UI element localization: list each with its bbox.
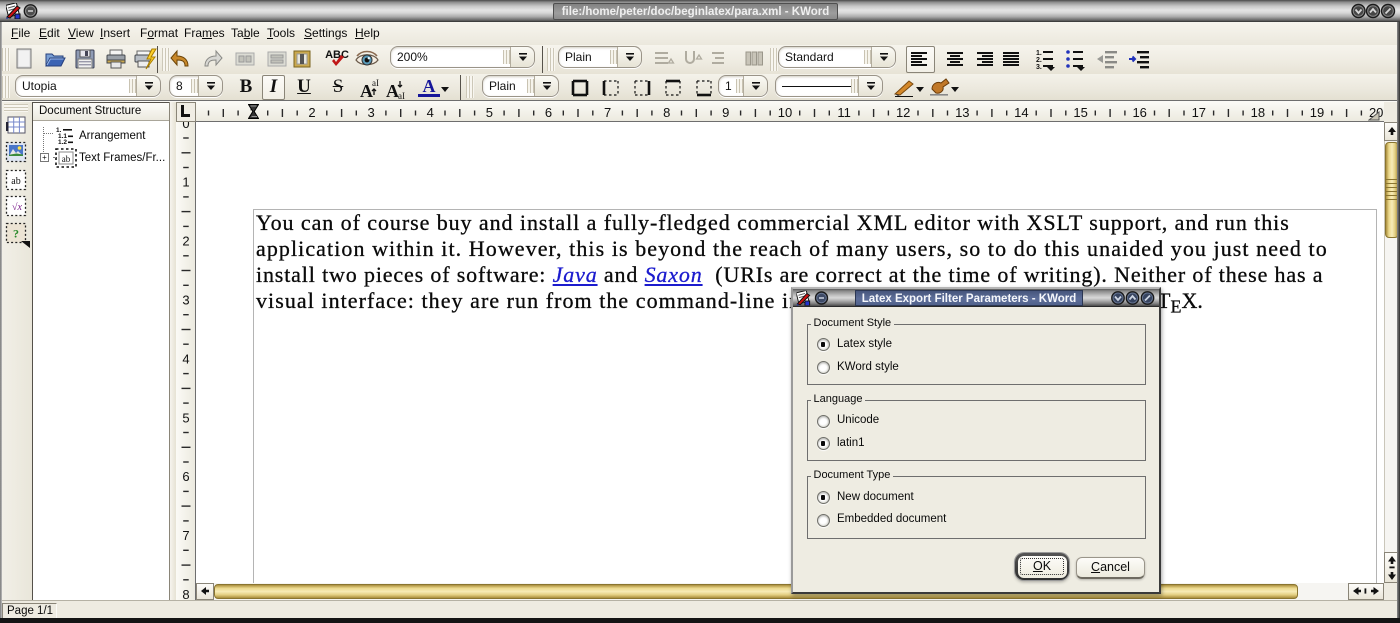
svg-text:3: 3 bbox=[367, 105, 374, 120]
svg-text:√x: √x bbox=[12, 202, 22, 213]
svg-text:7: 7 bbox=[604, 105, 611, 120]
svg-text:5: 5 bbox=[486, 105, 493, 120]
svg-text:12: 12 bbox=[896, 105, 910, 120]
svg-text:aI: aI bbox=[398, 91, 405, 100]
svg-text:19: 19 bbox=[1310, 105, 1324, 120]
svg-text:1.2: 1.2 bbox=[58, 139, 67, 144]
svg-text:6: 6 bbox=[545, 105, 552, 120]
svg-text:?: ? bbox=[13, 227, 19, 241]
svg-text:1.: 1. bbox=[1036, 50, 1042, 57]
svg-text:3: 3 bbox=[182, 293, 189, 308]
svg-text:2: 2 bbox=[308, 105, 315, 120]
svg-text:9: 9 bbox=[722, 105, 729, 120]
svg-text:8: 8 bbox=[182, 587, 189, 600]
svg-text:2: 2 bbox=[182, 234, 189, 249]
svg-text:ABC: ABC bbox=[325, 49, 349, 61]
svg-text:8: 8 bbox=[663, 105, 670, 120]
svg-text:2.: 2. bbox=[1036, 57, 1042, 64]
svg-text:4: 4 bbox=[182, 351, 189, 366]
svg-text:0: 0 bbox=[182, 122, 189, 131]
svg-text:18: 18 bbox=[1251, 105, 1265, 120]
svg-text:1: 1 bbox=[182, 175, 189, 190]
svg-text:15: 15 bbox=[1073, 105, 1087, 120]
svg-text:10: 10 bbox=[778, 105, 792, 120]
svg-text:6: 6 bbox=[182, 469, 189, 484]
svg-text:4: 4 bbox=[427, 105, 434, 120]
svg-text:ab: ab bbox=[62, 154, 71, 164]
svg-text:3.: 3. bbox=[1036, 64, 1042, 71]
svg-text:17: 17 bbox=[1192, 105, 1206, 120]
svg-text:16: 16 bbox=[1132, 105, 1146, 120]
svg-text:aI: aI bbox=[372, 78, 379, 88]
svg-text:7: 7 bbox=[182, 528, 189, 543]
svg-text:14: 14 bbox=[1014, 105, 1028, 120]
svg-text:ab: ab bbox=[11, 176, 20, 187]
svg-text:13: 13 bbox=[955, 105, 969, 120]
svg-text:11: 11 bbox=[837, 105, 851, 120]
svg-text:5: 5 bbox=[182, 410, 189, 425]
